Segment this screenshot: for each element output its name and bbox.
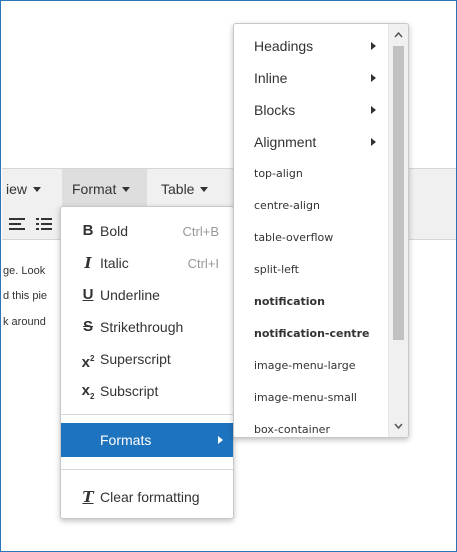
align-icon[interactable]: [7, 215, 27, 233]
chevron-right-icon: [218, 436, 223, 444]
style-item[interactable]: top-align: [234, 159, 386, 189]
style-item[interactable]: notification-centre: [234, 319, 386, 349]
style-item[interactable]: box-container: [234, 415, 386, 437]
superscript-menu-item[interactable]: x2 Superscript: [61, 344, 233, 374]
style-item[interactable]: image-menu-large: [234, 351, 386, 381]
style-item[interactable]: image-menu-small: [234, 383, 386, 413]
style-item[interactable]: table-overflow: [234, 223, 386, 253]
scroll-thumb[interactable]: [393, 46, 404, 340]
chevron-right-icon: [371, 106, 376, 114]
menu-view[interactable]: iew: [6, 169, 64, 209]
strikethrough-icon: S: [82, 318, 93, 335]
editor-frame: iew Format Table ge. Look d this pie k a…: [0, 0, 457, 552]
underline-menu-item[interactable]: U Underline: [61, 280, 233, 310]
content-line: d this pie: [3, 290, 48, 302]
formats-menu-item[interactable]: Formats: [61, 423, 233, 457]
content-line: ge. Look: [3, 265, 46, 277]
bullet-list-icon[interactable]: [34, 215, 54, 233]
chevron-down-icon: [122, 187, 131, 192]
submenu-item-inline[interactable]: Inline: [234, 63, 386, 93]
bold-icon: B: [82, 222, 94, 239]
formats-submenu: Headings Inline Blocks Alignment top-ali…: [233, 23, 409, 438]
italic-icon: I: [84, 254, 92, 272]
superscript-icon: x2: [81, 354, 95, 371]
menu-divider: [61, 414, 233, 415]
subscript-menu-item[interactable]: x2 Subscript: [61, 376, 233, 406]
chevron-down-icon: [200, 187, 209, 192]
clear-formatting-menu-item[interactable]: T Clear formatting: [61, 482, 233, 512]
italic-menu-item[interactable]: I Italic Ctrl+I: [61, 248, 233, 278]
style-item[interactable]: centre-align: [234, 191, 386, 221]
submenu-item-headings[interactable]: Headings: [234, 31, 386, 61]
underline-icon: U: [82, 286, 94, 303]
chevron-up-icon[interactable]: [393, 30, 404, 40]
submenu-item-blocks[interactable]: Blocks: [234, 95, 386, 125]
menu-format[interactable]: Format: [62, 169, 147, 209]
chevron-down-icon: [33, 187, 42, 192]
format-menu: B Bold Ctrl+B I Italic Ctrl+I U Underlin…: [60, 206, 234, 519]
style-item[interactable]: split-left: [234, 255, 386, 285]
clear-formatting-icon: T: [82, 488, 94, 506]
menu-table[interactable]: Table: [161, 169, 231, 209]
content-line: k around: [3, 316, 46, 328]
submenu-scrollbar[interactable]: [388, 24, 408, 437]
menu-divider: [61, 469, 233, 470]
chevron-right-icon: [371, 42, 376, 50]
chevron-right-icon: [371, 138, 376, 146]
bold-menu-item[interactable]: B Bold Ctrl+B: [61, 216, 233, 246]
style-item[interactable]: notification: [234, 287, 386, 317]
strikethrough-menu-item[interactable]: S Strikethrough: [61, 312, 233, 342]
subscript-icon: x2: [81, 382, 95, 401]
chevron-right-icon: [371, 74, 376, 82]
submenu-item-alignment[interactable]: Alignment: [234, 127, 386, 157]
chevron-down-icon[interactable]: [393, 421, 404, 431]
